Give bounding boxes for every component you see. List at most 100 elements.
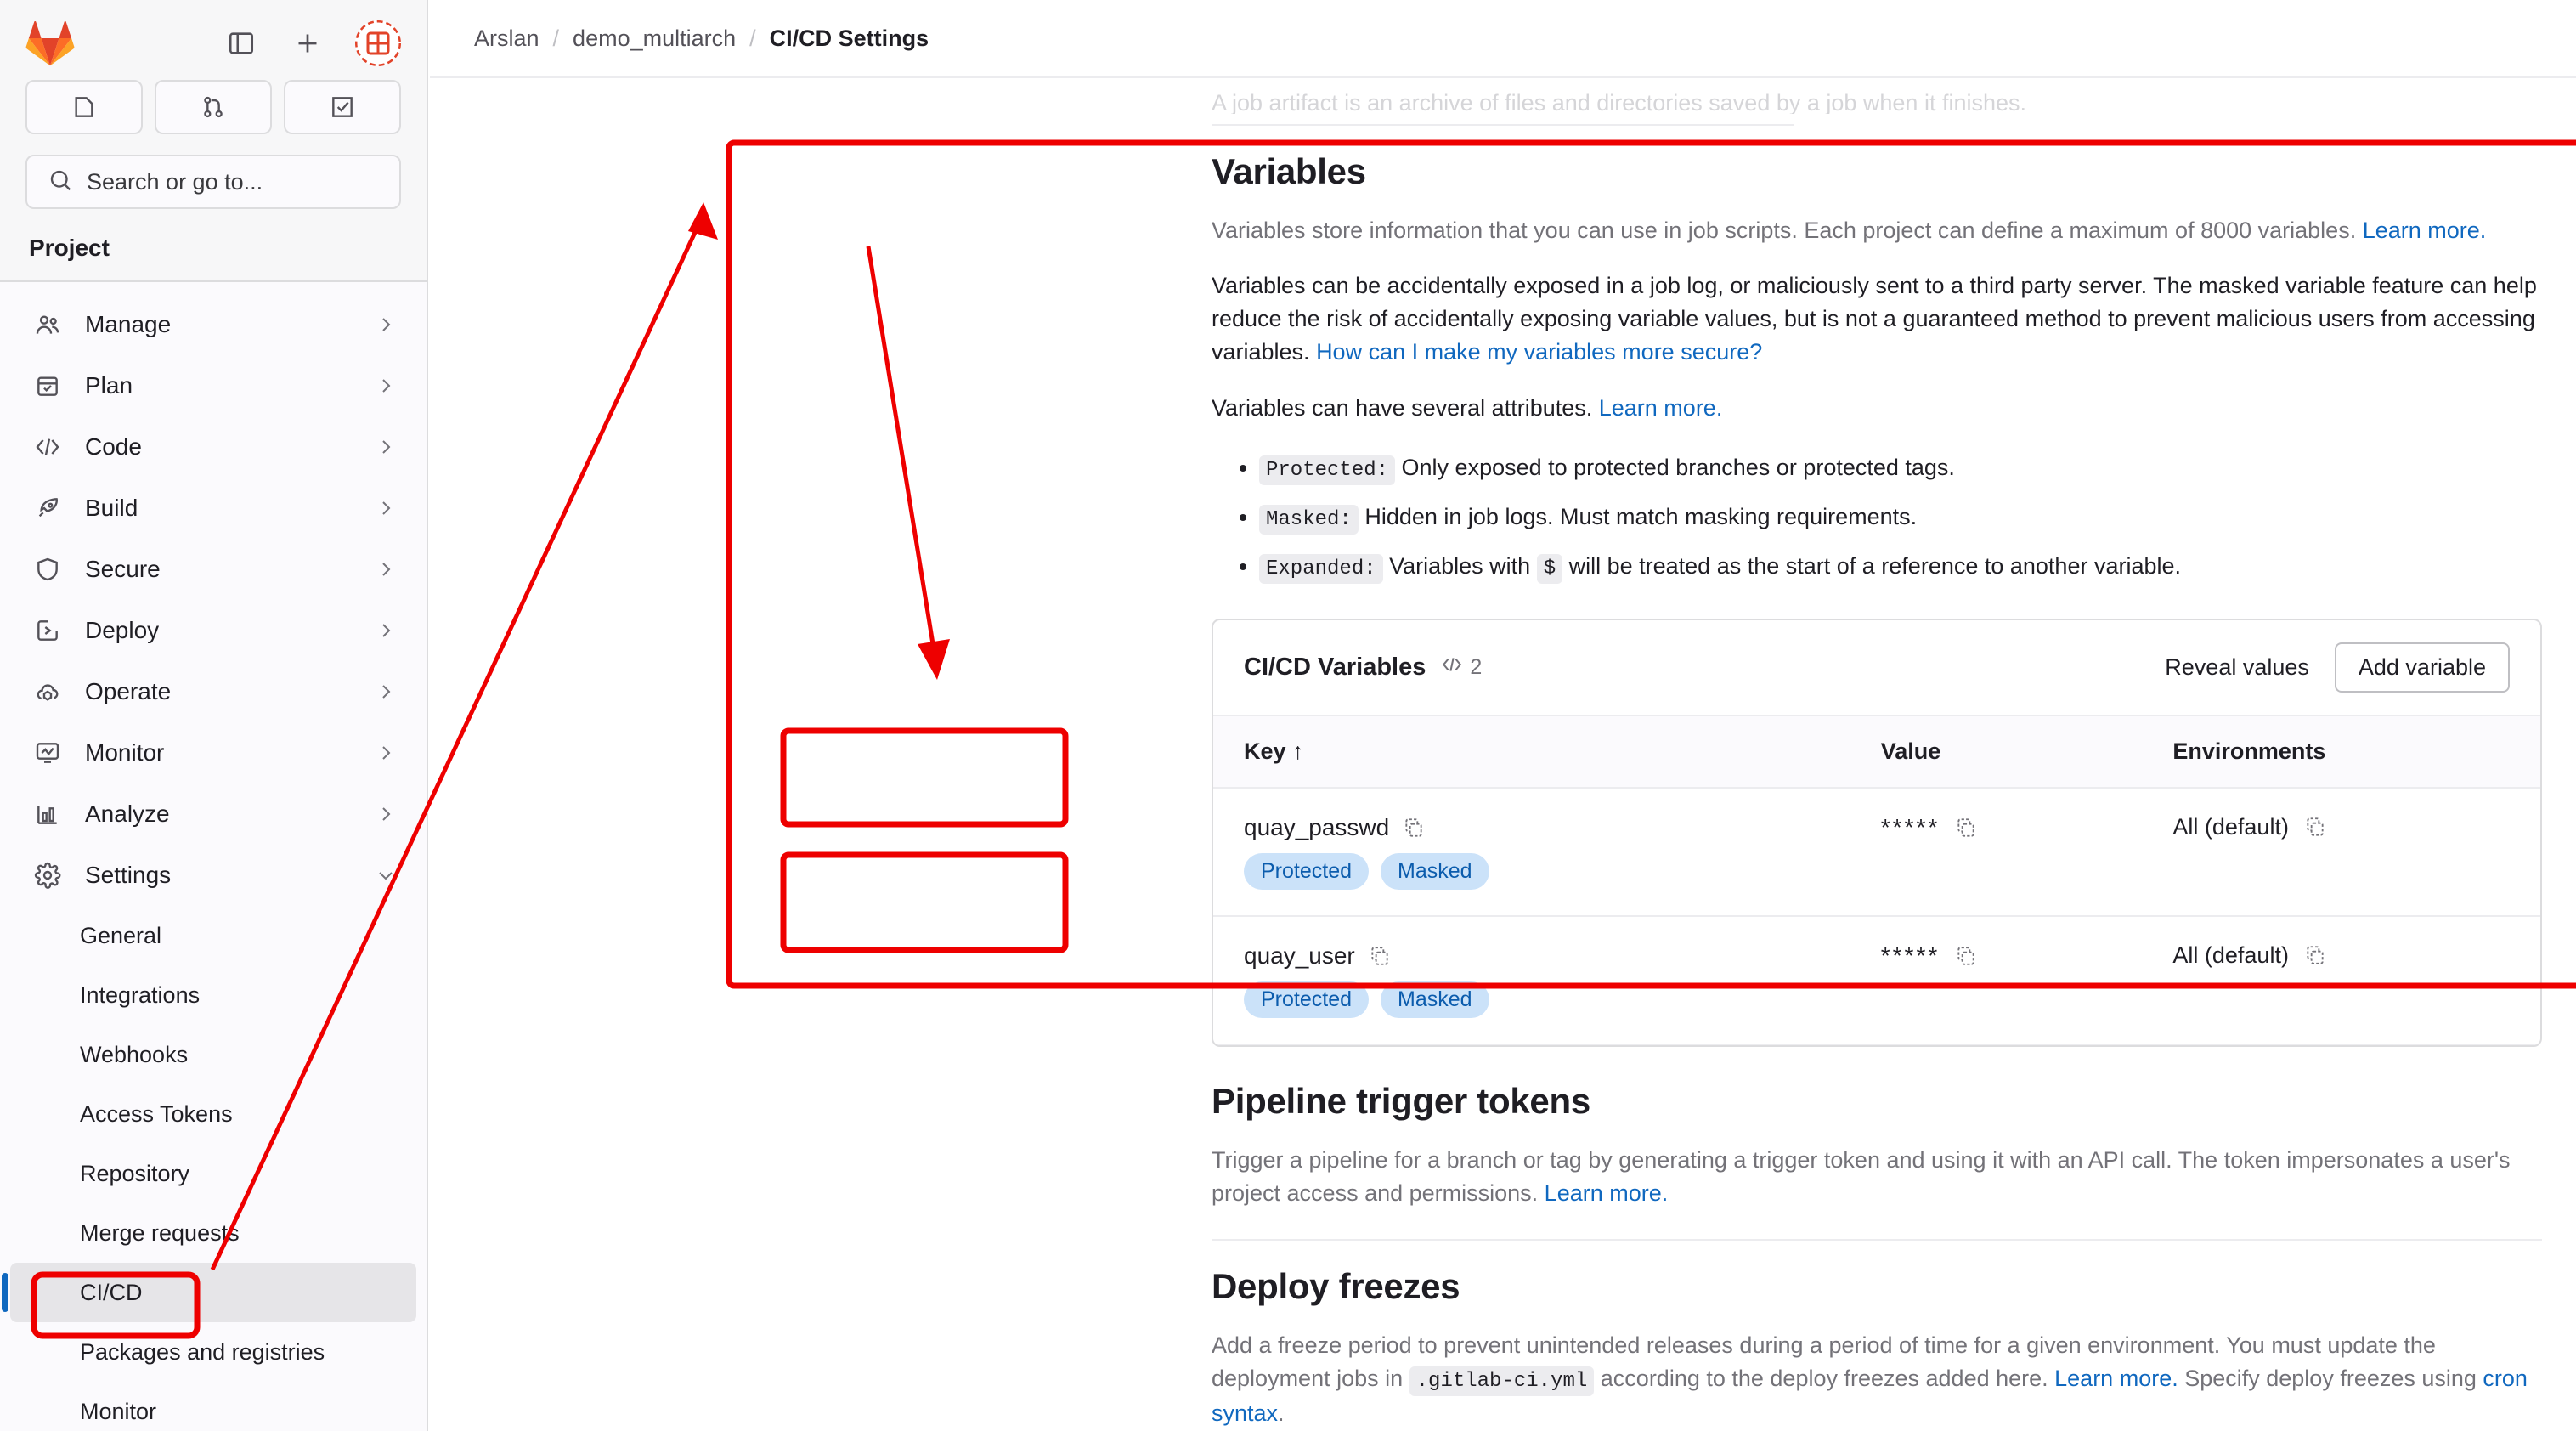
- deploy-freezes-section: Deploy freezes Add a freeze period to pr…: [430, 1266, 2576, 1431]
- copy-icon[interactable]: [1955, 817, 1977, 839]
- deploy-freezes-description: Add a freeze period to prevent unintende…: [1212, 1329, 2542, 1430]
- sidebar-item-integrations[interactable]: Integrations: [10, 965, 416, 1025]
- variables-table-body: quay_passwd Protected Masked ***** All (…: [1213, 787, 2540, 1045]
- value-line: *****: [1881, 814, 2112, 841]
- variables-description-3: Variables can have several attributes. L…: [1212, 392, 2542, 425]
- sidebar-item-label: Deploy: [85, 617, 160, 643]
- sidebar-item-settings-monitor[interactable]: Monitor: [10, 1382, 416, 1431]
- variable-value-masked: *****: [1880, 942, 1940, 969]
- deploy-freezes-learn-more-link[interactable]: Learn more.: [2054, 1366, 2178, 1391]
- table-row: quay_passwd Protected Masked ***** All (…: [1213, 787, 2540, 917]
- gitlab-logo-icon[interactable]: [25, 20, 75, 66]
- sidebar-scope-title: Project: [29, 235, 110, 261]
- column-key-label: Key: [1244, 738, 1286, 764]
- environment-line: All (default): [2172, 814, 2510, 840]
- sidebar-item-operate[interactable]: Operate: [10, 661, 416, 722]
- environment-line: All (default): [2172, 942, 2510, 969]
- sidebar-item-label: Settings: [85, 862, 172, 888]
- sidebar-item-packages-and-registries[interactable]: Packages and registries: [10, 1322, 416, 1382]
- sidebar-item-label: Analyze: [85, 800, 170, 827]
- sidebar-item-merge-requests[interactable]: Merge requests: [10, 1203, 416, 1263]
- cell-environments: All (default): [2142, 915, 2540, 1045]
- status-badge-masked: Masked: [1381, 852, 1489, 890]
- monitor-icon: [32, 738, 63, 768]
- sidebar-item-deploy[interactable]: Deploy: [10, 600, 416, 661]
- cell-key: quay_user Protected Masked: [1213, 915, 1850, 1045]
- sidebar-item-general[interactable]: General: [10, 906, 416, 965]
- sidebar-item-analyze[interactable]: Analyze: [10, 783, 416, 845]
- breadcrumb: Arslan / demo_multiarch / CI/CD Settings: [430, 0, 2576, 78]
- shield-icon: [32, 554, 63, 585]
- variables-count-badge: 2: [1441, 653, 1482, 682]
- create-new-icon[interactable]: [289, 25, 326, 62]
- chevron-right-icon: [376, 314, 396, 335]
- key-line: quay_user: [1244, 942, 1489, 970]
- sidebar-item-monitor[interactable]: Monitor: [10, 722, 416, 783]
- breadcrumb-item-group[interactable]: Arslan: [474, 25, 539, 52]
- expanded-desc-after: will be treated as the start of a refere…: [1562, 552, 2182, 579]
- sidebar-item-code[interactable]: Code: [10, 416, 416, 478]
- sidebar-item-secure[interactable]: Secure: [10, 539, 416, 600]
- sidebar: Search or go to... Project Manage Plan C…: [0, 0, 428, 1431]
- ptt-learn-more-link[interactable]: Learn more.: [1545, 1180, 1669, 1206]
- copy-icon[interactable]: [1369, 945, 1391, 967]
- copy-icon[interactable]: [2304, 944, 2326, 966]
- sidebar-item-access-tokens[interactable]: Access Tokens: [10, 1084, 416, 1144]
- variable-key: quay_passwd: [1244, 813, 1390, 840]
- page-title-deploy-freezes: Deploy freezes: [1212, 1265, 1460, 1306]
- cicd-variables-title: CI/CD Variables: [1244, 653, 1426, 681]
- quick-actions: [0, 76, 427, 134]
- dollar-code-chip: $: [1536, 553, 1563, 584]
- pipeline-trigger-tokens-description: Trigger a pipeline for a branch or tag b…: [1212, 1144, 2542, 1210]
- code-icon: [32, 432, 63, 462]
- card-actions: Reveal values Add variable: [2165, 642, 2510, 693]
- sidebar-item-label: Operate: [85, 678, 172, 704]
- merge-requests-icon[interactable]: [155, 80, 272, 134]
- cell-value: *****: [1850, 915, 2143, 1045]
- column-header-key[interactable]: Key ↑: [1213, 714, 1850, 789]
- page-title-pipeline-trigger-tokens: Pipeline trigger tokens: [1212, 1080, 1590, 1121]
- add-variable-button[interactable]: Add variable: [2334, 642, 2510, 693]
- attributes-learn-more-link[interactable]: Learn more.: [1599, 395, 1723, 421]
- copy-icon[interactable]: [1403, 817, 1425, 839]
- chevron-right-icon: [376, 743, 396, 763]
- sidebar-item-manage[interactable]: Manage: [10, 294, 416, 355]
- status-badge-masked: Masked: [1381, 981, 1489, 1018]
- sidebar-item-label: Build: [85, 495, 138, 521]
- df-desc-mid2: Specify deploy freezes using: [2178, 1366, 2483, 1392]
- toggle-sidebar-icon[interactable]: [223, 25, 260, 62]
- search-input[interactable]: Search or go to...: [25, 155, 401, 209]
- breadcrumb-current: CI/CD Settings: [769, 25, 929, 51]
- sidebar-item-webhooks[interactable]: Webhooks: [10, 1025, 416, 1084]
- chevron-right-icon: [376, 498, 396, 518]
- list-item: Expanded: Variables with $ will be treat…: [1259, 549, 2542, 585]
- sidebar-item-cicd[interactable]: CI/CD: [2, 1263, 416, 1322]
- sidebar-item-label: Monitor: [85, 739, 165, 766]
- avatar[interactable]: [355, 20, 401, 66]
- table-header-row: Key ↑ Value Environments: [1213, 714, 2540, 789]
- learn-more-link[interactable]: Learn more.: [2363, 218, 2487, 243]
- cicd-variables-card: CI/CD Variables 2 Reveal values Add vari…: [1212, 618, 2542, 1047]
- sidebar-scope: Project: [0, 235, 427, 282]
- sidebar-item-settings[interactable]: Settings: [10, 845, 416, 906]
- sidebar-item-build[interactable]: Build: [10, 478, 416, 539]
- search-placeholder: Search or go to...: [87, 168, 263, 195]
- sidebar-subitem-label: Integrations: [80, 981, 201, 1008]
- copy-icon[interactable]: [1955, 945, 1977, 967]
- todos-icon[interactable]: [284, 80, 401, 134]
- copy-icon[interactable]: [2304, 816, 2326, 838]
- issues-icon[interactable]: [25, 80, 143, 134]
- variables-section: Variables Variables store information th…: [430, 151, 2576, 1047]
- sidebar-subitem-label: CI/CD: [80, 1279, 143, 1305]
- secure-variables-link[interactable]: How can I make my variables more secure?: [1316, 339, 1762, 365]
- variable-badges: Protected Masked: [1244, 981, 1489, 1018]
- gitlab-ci-yml-code-chip: .gitlab-ci.yml: [1409, 1366, 1595, 1397]
- variables-desc1-text: Variables store information that you can…: [1212, 218, 2363, 243]
- breadcrumb-item-project[interactable]: demo_multiarch: [573, 25, 736, 52]
- variable-environments: All (default): [2172, 813, 2289, 840]
- expanded-code-chip: Expanded:: [1259, 553, 1383, 584]
- search-icon: [48, 167, 73, 197]
- reveal-values-button[interactable]: Reveal values: [2165, 654, 2309, 681]
- sidebar-item-repository[interactable]: Repository: [10, 1144, 416, 1203]
- sidebar-item-plan[interactable]: Plan: [10, 355, 416, 416]
